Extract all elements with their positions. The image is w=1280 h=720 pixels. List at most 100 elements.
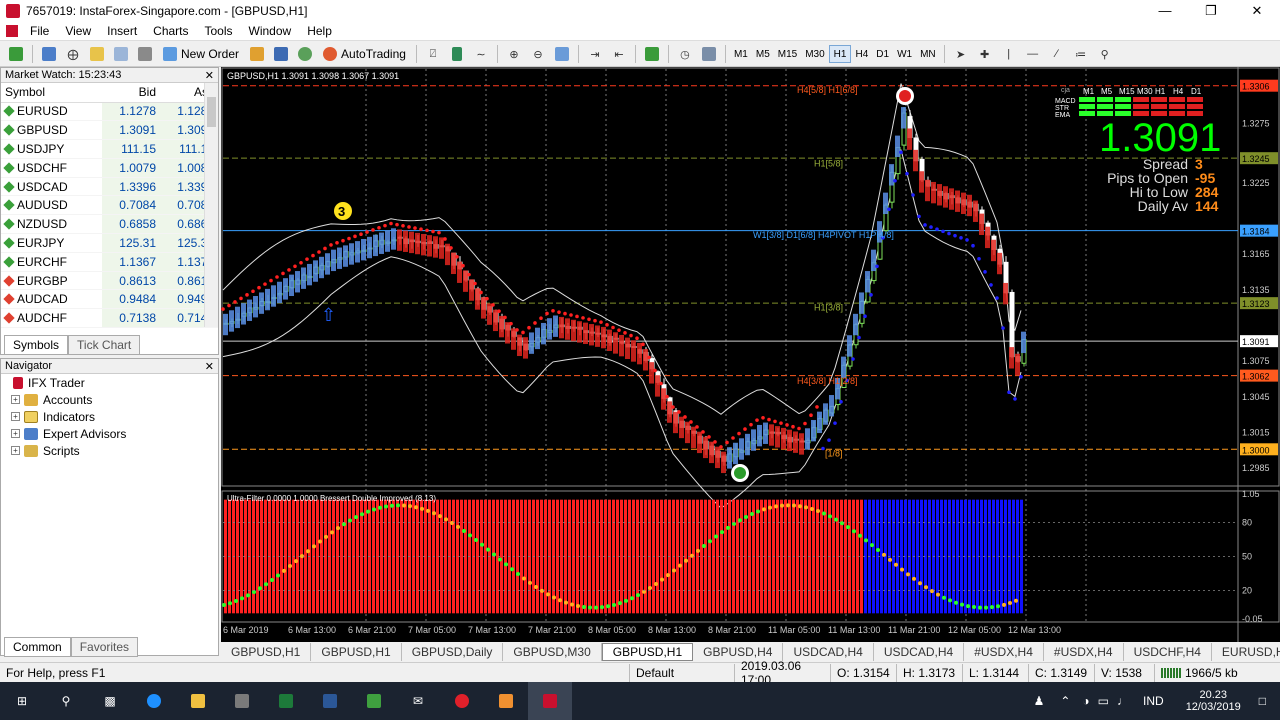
table-row[interactable]: USDCAD 1.3396 1.3399 (1, 177, 218, 197)
scrollbar[interactable] (204, 83, 218, 327)
tf-m30[interactable]: M30 (801, 45, 828, 63)
table-row[interactable]: GBPUSD 1.3091 1.3094 (1, 120, 218, 141)
chart-tab[interactable]: USDCAD,H4 (874, 643, 965, 661)
zoom-out-icon[interactable]: ⊖ (528, 44, 548, 64)
search-icon[interactable]: ⚲ (1095, 44, 1115, 64)
table-row[interactable]: NZDUSD 0.6858 0.6861 (1, 214, 218, 235)
minimize-button[interactable]: — (1142, 0, 1188, 21)
symbol-cell[interactable]: AUDCAD (1, 289, 102, 310)
metaeditor-icon[interactable] (247, 44, 267, 64)
search-icon[interactable]: ⚲ (44, 682, 88, 720)
tab-common[interactable]: Common (4, 637, 71, 657)
menu-file[interactable]: File (22, 24, 57, 38)
new-chart-icon[interactable] (6, 44, 26, 64)
chart-tab[interactable]: GBPUSD,H1 (311, 643, 402, 661)
bid-cell[interactable]: 125.31 (102, 233, 160, 253)
horizontal-line-icon[interactable]: — (1023, 44, 1043, 64)
expand-icon[interactable]: + (11, 395, 20, 404)
chevron-up-icon[interactable]: ⌃ (1060, 694, 1070, 708)
symbol-cell[interactable]: EURUSD (1, 102, 102, 122)
people-icon[interactable]: ♟ (1034, 694, 1045, 708)
symbol-cell[interactable]: AUDCHF (1, 308, 102, 329)
chart-shift-icon[interactable]: ⇤ (609, 44, 629, 64)
tab-tick-chart[interactable]: Tick Chart (68, 335, 141, 355)
indicators-list-icon[interactable] (642, 44, 662, 64)
bar-chart-icon[interactable]: ⍁ (423, 44, 443, 64)
tf-h1[interactable]: H1 (828, 45, 852, 63)
nav-accounts[interactable]: + Accounts (1, 391, 218, 408)
edge-browser-icon[interactable] (132, 682, 176, 720)
crosshair-tool-icon[interactable]: ⨁ (63, 44, 83, 64)
symbol-cell[interactable]: EURCHF (1, 252, 102, 272)
signals-icon[interactable] (295, 44, 315, 64)
metatrader-icon[interactable] (528, 682, 572, 720)
maximize-button[interactable]: ❐ (1188, 0, 1234, 21)
bid-cell[interactable]: 111.15 (102, 139, 160, 159)
chart-tab[interactable]: USDCHF,H4 (1124, 643, 1212, 661)
chart-tab[interactable]: GBPUSD,H1 (601, 643, 694, 661)
tf-mn[interactable]: MN (916, 45, 940, 63)
tab-favorites[interactable]: Favorites (70, 637, 139, 657)
expand-icon[interactable]: + (11, 412, 20, 421)
chart-tab[interactable]: GBPUSD,Daily (402, 643, 504, 661)
nav-scripts[interactable]: + Scripts (1, 442, 218, 459)
task-view-icon[interactable]: ▩ (88, 682, 132, 720)
zoom-in-icon[interactable]: ⊕ (504, 44, 524, 64)
tile-windows-icon[interactable] (552, 44, 572, 64)
notification-icon[interactable]: □ (1259, 694, 1266, 708)
expand-icon[interactable]: + (11, 429, 20, 438)
battery-icon[interactable]: ▭ (1098, 694, 1109, 708)
table-row[interactable]: AUDUSD 0.7084 0.7087 (1, 195, 218, 216)
cursor-tool-icon[interactable]: ➤ (951, 44, 971, 64)
chart-tab[interactable]: #USDX,H4 (1044, 643, 1124, 661)
windows-start-icon[interactable]: ⊞ (0, 682, 44, 720)
autoscroll-icon[interactable]: ⇥ (585, 44, 605, 64)
table-row[interactable]: EURJPY 125.31 125.34 (1, 233, 218, 253)
table-row[interactable]: USDCHF 1.0079 1.0082 (1, 158, 218, 178)
menu-tools[interactable]: Tools (197, 24, 241, 38)
symbol-cell[interactable]: EURJPY (1, 233, 102, 253)
symbol-cell[interactable]: EURGBP (1, 271, 102, 291)
table-row[interactable]: AUDCHF 0.7138 0.7146 (1, 308, 218, 329)
col-bid[interactable]: Bid (102, 83, 160, 103)
excel-icon[interactable] (264, 682, 308, 720)
candlestick-icon[interactable] (447, 44, 467, 64)
close-icon[interactable]: ✕ (205, 360, 214, 373)
volume-icon[interactable]: ♩ (1117, 694, 1129, 708)
bid-cell[interactable]: 1.1278 (102, 102, 160, 122)
tf-d1[interactable]: D1 (872, 45, 893, 63)
bid-cell[interactable]: 0.8613 (102, 271, 160, 291)
close-icon[interactable]: ✕ (205, 69, 214, 82)
crosshair-icon[interactable]: ✚ (975, 44, 995, 64)
tf-w1[interactable]: W1 (893, 45, 916, 63)
nav-expert-advisors[interactable]: + Expert Advisors (1, 425, 218, 442)
terminal-icon[interactable] (135, 44, 155, 64)
price-chart[interactable]: 1.3306 1.3275 1.3245 1.3225 1.3184 1.3165 1.31… (221, 67, 1280, 642)
chart-tab[interactable]: GBPUSD,H1 (221, 643, 312, 661)
uc-browser-icon[interactable] (484, 682, 528, 720)
language-indicator[interactable]: IND (1143, 694, 1164, 708)
clock[interactable]: 20.23 12/03/2019 (1186, 689, 1241, 713)
menu-charts[interactable]: Charts (145, 24, 196, 38)
bid-cell[interactable]: 1.3091 (102, 120, 160, 141)
bid-cell[interactable]: 1.0079 (102, 158, 160, 178)
tf-m15[interactable]: M15 (774, 45, 801, 63)
table-row[interactable]: EURCHF 1.1367 1.1370 (1, 252, 218, 272)
chart-tab[interactable]: #USDX,H4 (964, 643, 1044, 661)
profiles-icon[interactable] (39, 44, 59, 64)
network-icon[interactable]: ◑ (1082, 694, 1089, 708)
bid-cell[interactable]: 0.9484 (102, 289, 160, 310)
mail-icon[interactable]: ✉ (396, 682, 440, 720)
table-row[interactable]: USDJPY 111.15 111.18 (1, 139, 218, 159)
vertical-line-icon[interactable]: | (999, 44, 1019, 64)
chart-tab[interactable]: EURUSD,H4 (1212, 643, 1280, 661)
store-icon[interactable] (220, 682, 264, 720)
symbol-cell[interactable]: USDCHF (1, 158, 102, 178)
symbol-cell[interactable]: GBPUSD (1, 120, 102, 141)
chart-tab[interactable]: GBPUSD,M30 (503, 643, 602, 661)
table-row[interactable]: AUDCAD 0.9484 0.9492 (1, 289, 218, 310)
opera-icon[interactable] (440, 682, 484, 720)
tf-m1[interactable]: M1 (730, 45, 752, 63)
bid-cell[interactable]: 1.1367 (102, 252, 160, 272)
menu-insert[interactable]: Insert (99, 24, 145, 38)
